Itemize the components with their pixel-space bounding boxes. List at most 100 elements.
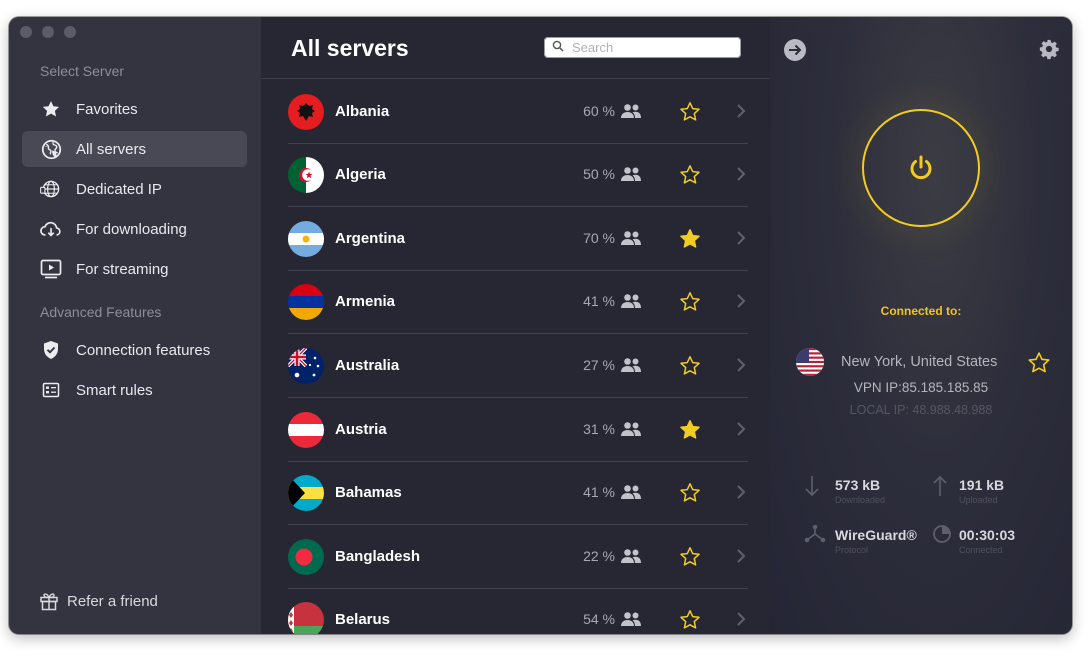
chevron-right-icon[interactable] <box>736 421 746 442</box>
gear-icon <box>1039 39 1059 60</box>
users-icon <box>620 230 642 251</box>
users-icon <box>620 484 642 505</box>
server-load: 70 % <box>583 230 615 246</box>
zoom-window-button[interactable] <box>64 26 76 38</box>
chevron-right-icon[interactable] <box>736 166 746 187</box>
downloaded-value: 573 kB <box>835 477 881 493</box>
app-window: Select Server Favorites All servers Dedi… <box>9 17 1072 634</box>
downloaded-label: Downloaded <box>835 495 886 505</box>
sidebar: Select Server Favorites All servers Dedi… <box>9 17 261 634</box>
server-load: 31 % <box>583 421 615 437</box>
server-row-austria[interactable]: Austria 31 % <box>288 399 748 462</box>
favorite-star-icon[interactable] <box>678 163 702 192</box>
country-name: Bangladesh <box>335 548 421 565</box>
server-load: 41 % <box>583 484 615 500</box>
favorite-star-icon[interactable] <box>678 227 702 256</box>
server-row-armenia[interactable]: Armenia 41 % <box>288 271 748 334</box>
favorite-star-icon[interactable] <box>678 481 702 510</box>
server-row-belarus[interactable]: Belarus 54 % <box>288 589 748 634</box>
sidebar-item-all-servers[interactable]: All servers <box>22 131 247 167</box>
algeria-flag-icon <box>288 157 324 193</box>
search-box[interactable] <box>544 37 741 58</box>
connected-to-label: Connected to: <box>880 304 962 318</box>
sidebar-item-favorites[interactable]: Favorites <box>22 91 247 127</box>
globe-icon <box>40 138 62 160</box>
sidebar-item-label: Smart rules <box>76 381 153 399</box>
window-controls <box>20 26 76 38</box>
server-row-albania[interactable]: Albania 60 % <box>288 81 748 144</box>
country-name: Armenia <box>335 293 396 310</box>
favorite-star-icon[interactable] <box>678 354 702 383</box>
chevron-right-icon[interactable] <box>736 230 746 251</box>
country-name: Belarus <box>335 611 391 628</box>
country-name: Algeria <box>335 166 386 183</box>
belarus-flag-icon <box>288 602 324 634</box>
smart-rules-icon <box>40 379 62 401</box>
sidebar-item-for-downloading[interactable]: For downloading <box>22 211 247 247</box>
users-icon <box>620 548 642 569</box>
sidebar-item-label: For downloading <box>76 220 187 238</box>
server-row-bangladesh[interactable]: Bangladesh 22 % <box>288 526 748 589</box>
favorite-star-icon[interactable] <box>678 608 702 634</box>
divider <box>261 78 770 79</box>
shield-check-icon <box>40 339 62 361</box>
country-name: Australia <box>335 357 400 374</box>
sidebar-item-connection-features[interactable]: Connection features <box>22 332 247 368</box>
divider <box>288 524 748 525</box>
local-ip: LOCAL IP: 48.988.48.988 <box>849 403 993 417</box>
country-name: Albania <box>335 103 390 120</box>
sidebar-item-label: Favorites <box>76 100 138 118</box>
sidebar-item-label: For streaming <box>76 260 169 278</box>
users-icon <box>620 357 642 378</box>
search-input[interactable] <box>570 39 734 56</box>
uploaded-value: 191 kB <box>959 477 1005 493</box>
server-load: 22 % <box>583 548 615 564</box>
server-load: 41 % <box>583 293 615 309</box>
armenia-flag-icon <box>288 284 324 320</box>
collapse-panel-button[interactable] <box>784 39 806 61</box>
sidebar-item-smart-rules[interactable]: Smart rules <box>22 372 247 408</box>
chevron-right-icon[interactable] <box>736 293 746 314</box>
settings-button[interactable] <box>1038 38 1060 65</box>
server-row-bahamas[interactable]: Bahamas 41 % <box>288 462 748 525</box>
country-name: Argentina <box>335 230 406 247</box>
star-icon <box>40 98 62 120</box>
chevron-right-icon[interactable] <box>736 548 746 569</box>
power-toggle-button[interactable] <box>862 109 980 227</box>
chevron-right-icon[interactable] <box>736 103 746 124</box>
server-row-australia[interactable]: Australia 27 % <box>288 335 748 398</box>
chevron-right-icon[interactable] <box>736 484 746 505</box>
united-states-flag-icon <box>796 348 824 376</box>
server-row-algeria[interactable]: Algeria 50 % <box>288 144 748 207</box>
sidebar-item-for-streaming[interactable]: For streaming <box>22 251 247 287</box>
chevron-right-icon[interactable] <box>736 611 746 632</box>
server-list-pane: All servers Albania 60 % Algeria 50 <box>261 17 770 634</box>
location-favorite-star-icon[interactable] <box>1026 350 1052 381</box>
server-row-argentina[interactable]: Argentina 70 % <box>288 208 748 271</box>
close-window-button[interactable] <box>20 26 32 38</box>
protocol-icon <box>804 524 826 549</box>
streaming-icon <box>40 258 62 280</box>
favorite-star-icon[interactable] <box>678 418 702 447</box>
refer-a-friend-button[interactable]: Refer a friend <box>39 591 158 611</box>
sidebar-item-dedicated-ip[interactable]: Dedicated IP <box>22 171 247 207</box>
section-label-select-server: Select Server <box>40 63 125 79</box>
cloud-download-icon <box>40 218 62 240</box>
download-arrow-icon <box>804 475 820 502</box>
power-icon <box>910 155 932 180</box>
gift-icon <box>39 591 59 611</box>
sidebar-item-label: Connection features <box>76 341 211 359</box>
refer-a-friend-label: Refer a friend <box>67 592 158 610</box>
favorite-star-icon[interactable] <box>678 545 702 574</box>
connected-time-label: Connected <box>959 545 1003 555</box>
page-title: All servers <box>291 35 409 61</box>
favorite-star-icon[interactable] <box>678 100 702 129</box>
minimize-window-button[interactable] <box>42 26 54 38</box>
divider <box>288 333 748 334</box>
albania-flag-icon <box>288 94 324 130</box>
favorite-star-icon[interactable] <box>678 290 702 319</box>
chevron-right-icon[interactable] <box>736 357 746 378</box>
austria-flag-icon <box>288 412 324 448</box>
upload-arrow-icon <box>932 475 948 502</box>
sidebar-item-label: Dedicated IP <box>76 180 162 198</box>
